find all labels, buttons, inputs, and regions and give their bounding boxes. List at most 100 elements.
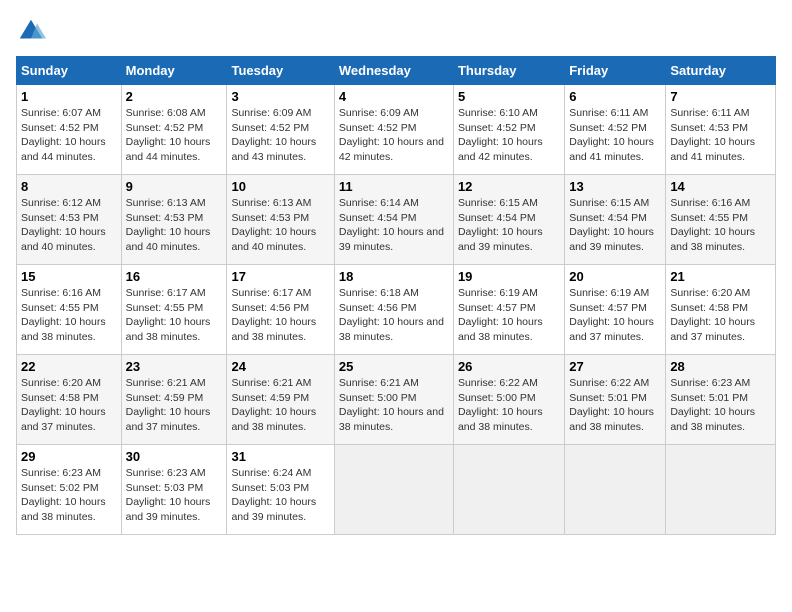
day-number: 23 [126,359,223,374]
col-wednesday: Wednesday [334,57,453,85]
calendar-cell: 24 Sunrise: 6:21 AM Sunset: 4:59 PM Dayl… [227,355,334,445]
day-info: Sunrise: 6:21 AM Sunset: 4:59 PM Dayligh… [126,376,223,435]
day-number: 14 [670,179,771,194]
header-row: Sunday Monday Tuesday Wednesday Thursday… [17,57,776,85]
calendar-week-1: 1 Sunrise: 6:07 AM Sunset: 4:52 PM Dayli… [17,85,776,175]
day-info: Sunrise: 6:22 AM Sunset: 5:01 PM Dayligh… [569,376,661,435]
day-number: 19 [458,269,560,284]
day-info: Sunrise: 6:17 AM Sunset: 4:56 PM Dayligh… [231,286,329,345]
day-info: Sunrise: 6:23 AM Sunset: 5:01 PM Dayligh… [670,376,771,435]
day-info: Sunrise: 6:10 AM Sunset: 4:52 PM Dayligh… [458,106,560,165]
day-number: 18 [339,269,449,284]
calendar-cell: 28 Sunrise: 6:23 AM Sunset: 5:01 PM Dayl… [666,355,776,445]
day-number: 24 [231,359,329,374]
day-number: 7 [670,89,771,104]
day-info: Sunrise: 6:23 AM Sunset: 5:02 PM Dayligh… [21,466,117,525]
calendar-cell: 12 Sunrise: 6:15 AM Sunset: 4:54 PM Dayl… [453,175,564,265]
day-number: 20 [569,269,661,284]
calendar-cell: 15 Sunrise: 6:16 AM Sunset: 4:55 PM Dayl… [17,265,122,355]
logo-icon [16,16,46,46]
day-number: 15 [21,269,117,284]
day-info: Sunrise: 6:13 AM Sunset: 4:53 PM Dayligh… [231,196,329,255]
day-number: 1 [21,89,117,104]
calendar-cell: 17 Sunrise: 6:17 AM Sunset: 4:56 PM Dayl… [227,265,334,355]
day-info: Sunrise: 6:20 AM Sunset: 4:58 PM Dayligh… [21,376,117,435]
day-info: Sunrise: 6:21 AM Sunset: 4:59 PM Dayligh… [231,376,329,435]
calendar-cell [565,445,666,535]
day-info: Sunrise: 6:12 AM Sunset: 4:53 PM Dayligh… [21,196,117,255]
calendar-cell: 21 Sunrise: 6:20 AM Sunset: 4:58 PM Dayl… [666,265,776,355]
day-info: Sunrise: 6:09 AM Sunset: 4:52 PM Dayligh… [339,106,449,165]
day-number: 3 [231,89,329,104]
calendar-cell: 19 Sunrise: 6:19 AM Sunset: 4:57 PM Dayl… [453,265,564,355]
day-number: 5 [458,89,560,104]
day-number: 22 [21,359,117,374]
col-tuesday: Tuesday [227,57,334,85]
calendar-week-4: 22 Sunrise: 6:20 AM Sunset: 4:58 PM Dayl… [17,355,776,445]
calendar-cell: 18 Sunrise: 6:18 AM Sunset: 4:56 PM Dayl… [334,265,453,355]
calendar-cell: 27 Sunrise: 6:22 AM Sunset: 5:01 PM Dayl… [565,355,666,445]
day-number: 29 [21,449,117,464]
calendar-week-5: 29 Sunrise: 6:23 AM Sunset: 5:02 PM Dayl… [17,445,776,535]
col-monday: Monday [121,57,227,85]
calendar-table: Sunday Monday Tuesday Wednesday Thursday… [16,56,776,535]
day-info: Sunrise: 6:09 AM Sunset: 4:52 PM Dayligh… [231,106,329,165]
col-friday: Friday [565,57,666,85]
day-info: Sunrise: 6:11 AM Sunset: 4:53 PM Dayligh… [670,106,771,165]
day-info: Sunrise: 6:11 AM Sunset: 4:52 PM Dayligh… [569,106,661,165]
col-saturday: Saturday [666,57,776,85]
day-number: 9 [126,179,223,194]
day-info: Sunrise: 6:16 AM Sunset: 4:55 PM Dayligh… [670,196,771,255]
calendar-cell: 22 Sunrise: 6:20 AM Sunset: 4:58 PM Dayl… [17,355,122,445]
calendar-cell: 26 Sunrise: 6:22 AM Sunset: 5:00 PM Dayl… [453,355,564,445]
col-sunday: Sunday [17,57,122,85]
day-number: 21 [670,269,771,284]
calendar-cell: 14 Sunrise: 6:16 AM Sunset: 4:55 PM Dayl… [666,175,776,265]
day-info: Sunrise: 6:19 AM Sunset: 4:57 PM Dayligh… [458,286,560,345]
calendar-cell: 4 Sunrise: 6:09 AM Sunset: 4:52 PM Dayli… [334,85,453,175]
calendar-cell: 16 Sunrise: 6:17 AM Sunset: 4:55 PM Dayl… [121,265,227,355]
day-number: 12 [458,179,560,194]
day-info: Sunrise: 6:20 AM Sunset: 4:58 PM Dayligh… [670,286,771,345]
day-info: Sunrise: 6:17 AM Sunset: 4:55 PM Dayligh… [126,286,223,345]
calendar-cell [334,445,453,535]
calendar-cell: 2 Sunrise: 6:08 AM Sunset: 4:52 PM Dayli… [121,85,227,175]
day-number: 4 [339,89,449,104]
day-number: 2 [126,89,223,104]
day-number: 10 [231,179,329,194]
day-info: Sunrise: 6:15 AM Sunset: 4:54 PM Dayligh… [569,196,661,255]
day-number: 11 [339,179,449,194]
day-info: Sunrise: 6:24 AM Sunset: 5:03 PM Dayligh… [231,466,329,525]
day-info: Sunrise: 6:16 AM Sunset: 4:55 PM Dayligh… [21,286,117,345]
page-header [16,16,776,46]
logo [16,16,50,46]
day-number: 16 [126,269,223,284]
day-info: Sunrise: 6:15 AM Sunset: 4:54 PM Dayligh… [458,196,560,255]
day-number: 30 [126,449,223,464]
day-number: 31 [231,449,329,464]
calendar-cell: 7 Sunrise: 6:11 AM Sunset: 4:53 PM Dayli… [666,85,776,175]
calendar-cell: 31 Sunrise: 6:24 AM Sunset: 5:03 PM Dayl… [227,445,334,535]
day-info: Sunrise: 6:22 AM Sunset: 5:00 PM Dayligh… [458,376,560,435]
calendar-cell: 29 Sunrise: 6:23 AM Sunset: 5:02 PM Dayl… [17,445,122,535]
calendar-cell: 9 Sunrise: 6:13 AM Sunset: 4:53 PM Dayli… [121,175,227,265]
day-number: 27 [569,359,661,374]
calendar-cell: 25 Sunrise: 6:21 AM Sunset: 5:00 PM Dayl… [334,355,453,445]
calendar-cell: 13 Sunrise: 6:15 AM Sunset: 4:54 PM Dayl… [565,175,666,265]
day-number: 8 [21,179,117,194]
calendar-cell [453,445,564,535]
calendar-cell: 30 Sunrise: 6:23 AM Sunset: 5:03 PM Dayl… [121,445,227,535]
day-info: Sunrise: 6:19 AM Sunset: 4:57 PM Dayligh… [569,286,661,345]
calendar-cell: 3 Sunrise: 6:09 AM Sunset: 4:52 PM Dayli… [227,85,334,175]
calendar-week-2: 8 Sunrise: 6:12 AM Sunset: 4:53 PM Dayli… [17,175,776,265]
calendar-cell: 11 Sunrise: 6:14 AM Sunset: 4:54 PM Dayl… [334,175,453,265]
day-info: Sunrise: 6:08 AM Sunset: 4:52 PM Dayligh… [126,106,223,165]
calendar-cell: 1 Sunrise: 6:07 AM Sunset: 4:52 PM Dayli… [17,85,122,175]
col-thursday: Thursday [453,57,564,85]
calendar-cell [666,445,776,535]
day-info: Sunrise: 6:13 AM Sunset: 4:53 PM Dayligh… [126,196,223,255]
day-number: 13 [569,179,661,194]
calendar-week-3: 15 Sunrise: 6:16 AM Sunset: 4:55 PM Dayl… [17,265,776,355]
day-info: Sunrise: 6:07 AM Sunset: 4:52 PM Dayligh… [21,106,117,165]
calendar-cell: 6 Sunrise: 6:11 AM Sunset: 4:52 PM Dayli… [565,85,666,175]
